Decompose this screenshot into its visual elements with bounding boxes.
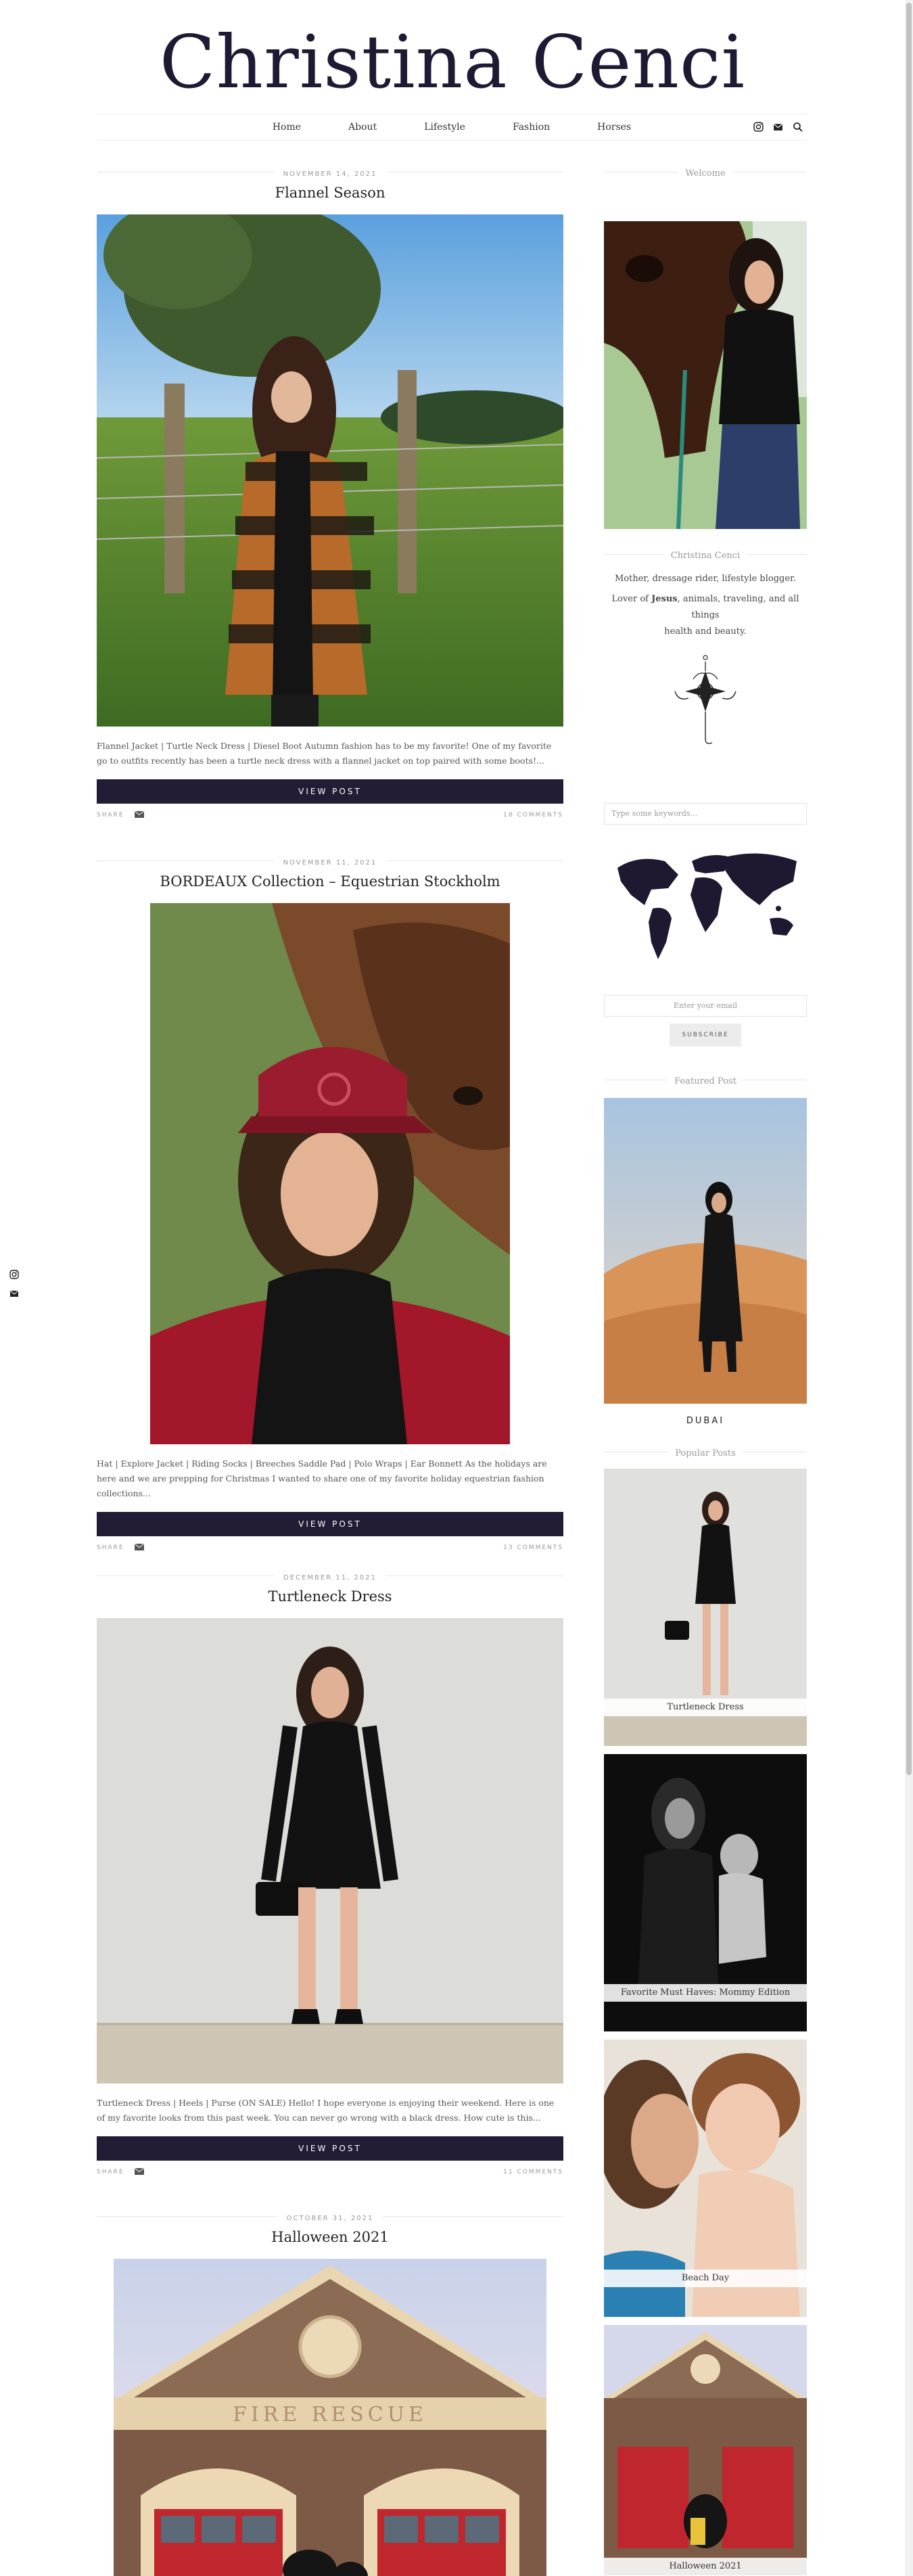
popular-post-label: Favorite Must Haves: Mommy Edition — [604, 1984, 807, 2002]
nav-item-lifestyle[interactable]: Lifestyle — [400, 122, 489, 133]
compass-ornament-icon — [604, 651, 807, 752]
post-image[interactable] — [150, 903, 510, 1444]
featured-post-caption[interactable]: DUBAI — [604, 1416, 807, 1426]
fire-rescue-sign: FIRE RESCUE — [233, 2403, 427, 2426]
post-excerpt: Hat | Explore Jacket | Riding Socks | Br… — [97, 1458, 547, 1498]
comments-link[interactable]: 18 COMMENTS — [503, 812, 563, 819]
featured-post-widget: Featured Post DUBAI — [604, 1074, 807, 1426]
nav-item-home[interactable]: Home — [249, 122, 325, 133]
post-title[interactable]: Turtleneck Dress — [97, 1588, 563, 1609]
popular-post-label: Halloween 2021 — [604, 2558, 807, 2575]
post-image[interactable]: FIRE RESCUE — [114, 2259, 546, 2576]
post-title[interactable]: Flannel Season — [97, 185, 563, 205]
nav-item-horses[interactable]: Horses — [573, 122, 655, 133]
view-post-button[interactable]: VIEW POST — [97, 2136, 563, 2161]
about-text-bold: Jesus — [651, 594, 678, 604]
world-map-image — [604, 841, 807, 963]
profile-name: Christina Cenci — [663, 551, 747, 561]
post-footer: SHARE 11 COMMENTS — [97, 2166, 563, 2180]
share-label: SHARE — [97, 1544, 124, 1551]
view-post-button[interactable]: VIEW POST — [97, 1512, 563, 1536]
post-excerpt: Turtleneck Dress | Heels | Purse (ON SAL… — [97, 2098, 555, 2123]
nav-item-fashion[interactable]: Fashion — [489, 122, 573, 133]
widget-title: Welcome — [678, 168, 732, 179]
post-date: NOVEMBER 11, 2021 — [273, 859, 387, 867]
envelope-icon[interactable] — [9, 1288, 19, 1297]
site-header: Christina Cenci Home About Lifestyle Fas… — [0, 0, 905, 145]
scrollbar-thumb[interactable] — [906, 3, 912, 1775]
post-card: OCTOBER 31, 2021 Halloween 2021 FIRE RES… — [97, 2210, 563, 2576]
post-date: DECEMBER 11, 2021 — [274, 1574, 386, 1582]
post-card: NOVEMBER 11, 2021 BORDEAUX Collection – … — [97, 854, 563, 1555]
post-date: OCTOBER 31, 2021 — [277, 2215, 383, 2222]
profile-photo — [604, 221, 807, 529]
post-title[interactable]: Halloween 2021 — [97, 2229, 563, 2249]
post-date: NOVEMBER 14, 2021 — [273, 170, 387, 178]
main-navigation: Home About Lifestyle Fashion Horses — [97, 114, 807, 141]
widget-title: Featured Post — [668, 1076, 743, 1086]
popular-post-item[interactable]: Beach Day — [604, 2040, 807, 2317]
post-image[interactable] — [97, 214, 563, 727]
popular-post-label: Turtleneck Dress — [604, 1699, 807, 1716]
about-text-line-2: Lover of Jesus, animals, traveling, and … — [611, 594, 799, 620]
post-card: DECEMBER 11, 2021 Turtleneck Dress Turtl… — [97, 1569, 563, 2180]
nav-icons — [753, 122, 803, 132]
popular-post-item[interactable]: Halloween 2021 — [604, 2325, 807, 2575]
popular-posts-widget: Popular Posts Turtleneck Dress Favorite … — [604, 1446, 807, 2575]
instagram-icon[interactable] — [9, 1269, 19, 1279]
featured-post-image[interactable] — [604, 1098, 807, 1404]
envelope-icon[interactable] — [134, 810, 145, 819]
search-input[interactable]: Type some keywords... — [604, 803, 807, 825]
welcome-widget: Welcome Christina Cenci Mother, dressage… — [604, 166, 807, 752]
subscribe-widget: Enter your email SUBSCRIBE — [604, 995, 807, 1046]
popular-post-label: Beach Day — [604, 2270, 807, 2287]
instagram-icon[interactable] — [753, 122, 764, 132]
post-footer: SHARE 13 COMMENTS — [97, 1542, 563, 1555]
envelope-icon[interactable] — [773, 122, 783, 132]
search-icon[interactable] — [793, 122, 803, 132]
popular-post-item[interactable]: Favorite Must Haves: Mommy Edition — [604, 1754, 807, 2031]
comments-link[interactable]: 11 COMMENTS — [503, 2169, 563, 2176]
page-scrollbar[interactable] — [905, 0, 913, 2576]
post-excerpt: Flannel Jacket | Turtle Neck Dress | Die… — [97, 741, 552, 766]
subscribe-button[interactable]: SUBSCRIBE — [670, 1024, 741, 1046]
floating-social-bar — [9, 1269, 19, 1297]
email-field[interactable]: Enter your email — [604, 995, 807, 1017]
about-text-line-1: Mother, dressage rider, lifestyle blogge… — [615, 574, 796, 584]
widget-title: Popular Posts — [668, 1448, 743, 1458]
post-footer: SHARE 18 COMMENTS — [97, 809, 563, 823]
share-label: SHARE — [97, 812, 124, 819]
post-card: NOVEMBER 14, 2021 Flannel Season Flannel… — [97, 166, 563, 823]
envelope-icon[interactable] — [134, 2167, 145, 2176]
comments-link[interactable]: 13 COMMENTS — [503, 1544, 563, 1551]
envelope-icon[interactable] — [134, 1543, 145, 1551]
post-image[interactable] — [97, 1618, 563, 2084]
nav-item-about[interactable]: About — [325, 122, 400, 133]
popular-post-item[interactable]: Turtleneck Dress — [604, 1469, 807, 1746]
share-label: SHARE — [97, 2169, 124, 2176]
view-post-button[interactable]: VIEW POST — [97, 779, 563, 804]
site-title[interactable]: Christina Cenci — [0, 19, 905, 107]
about-text-line-3: health and beauty. — [664, 626, 747, 637]
search-widget: Type some keywords... — [604, 803, 807, 825]
post-title[interactable]: BORDEAUX Collection – Equestrian Stockho… — [97, 873, 563, 894]
